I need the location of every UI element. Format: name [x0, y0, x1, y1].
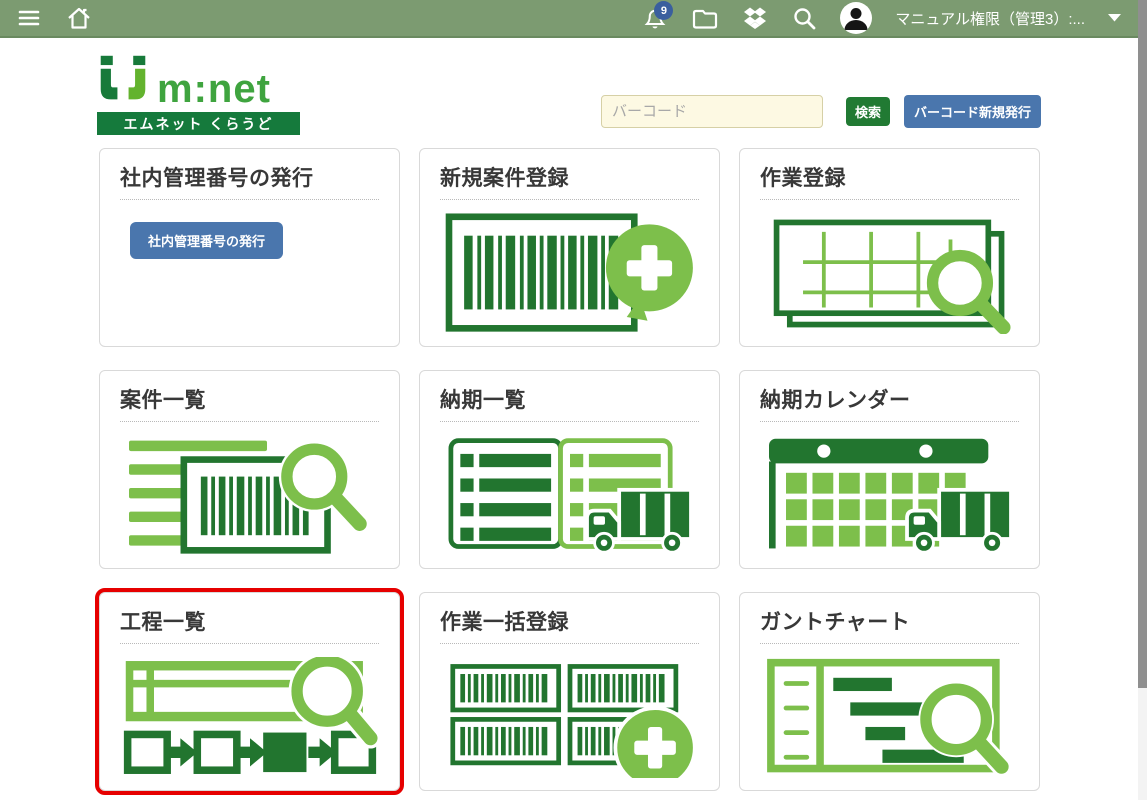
divider: [120, 199, 379, 200]
card-title: 新規案件登録: [440, 162, 699, 192]
card-title: 納期一覧: [440, 384, 699, 414]
divider: [760, 199, 1019, 200]
scrollbar-track[interactable]: [1138, 0, 1147, 800]
calendar-truck-icon: [764, 435, 1016, 556]
card-title: 作業登録: [760, 162, 1019, 192]
account-label[interactable]: マニュアル権限（管理3）:...: [895, 8, 1085, 29]
card-process-list[interactable]: 工程一覧: [99, 592, 400, 791]
scrollbar-thumb[interactable]: [1138, 0, 1147, 688]
brand-name: m:net: [157, 70, 271, 108]
barcodes-plus-icon: [444, 657, 696, 778]
card-new-project-register[interactable]: 新規案件登録: [419, 148, 720, 347]
search-button[interactable]: 検索: [846, 97, 890, 126]
new-barcode-button[interactable]: バーコード新規発行: [904, 95, 1041, 128]
search-icon[interactable]: [791, 5, 817, 31]
barcode-search-input[interactable]: [601, 95, 823, 128]
divider: [760, 643, 1019, 644]
divider: [440, 643, 699, 644]
card-title: 工程一覧: [120, 606, 379, 636]
flow-search-icon: [122, 657, 378, 778]
table-search-icon: [764, 213, 1016, 334]
card-title: 作業一括登録: [440, 606, 699, 636]
home-icon[interactable]: [66, 5, 92, 31]
card-title: 案件一覧: [120, 384, 379, 414]
ledger-truck-icon: [444, 435, 696, 556]
brand-tagline: エムネット くらうど: [97, 112, 300, 135]
card-delivery-list[interactable]: 納期一覧: [419, 370, 720, 569]
notification-badge: 9: [654, 1, 673, 20]
avatar[interactable]: [840, 2, 872, 34]
divider: [120, 421, 379, 422]
card-internal-number-issue[interactable]: 社内管理番号の発行 社内管理番号の発行: [99, 148, 400, 347]
barcode-plus-icon: [444, 213, 696, 334]
dropbox-icon[interactable]: [742, 5, 768, 31]
list-barcode-search-icon: [124, 435, 376, 556]
card-project-list[interactable]: 案件一覧: [99, 370, 400, 569]
divider: [440, 421, 699, 422]
caret-down-icon[interactable]: [1108, 14, 1121, 22]
hamburger-menu-icon[interactable]: [16, 5, 42, 31]
notifications-bell-icon[interactable]: 9: [642, 5, 668, 31]
folder-icon[interactable]: [691, 5, 719, 31]
card-gantt-chart[interactable]: ガントチャート: [739, 592, 1040, 791]
card-title: 納期カレンダー: [760, 384, 1019, 414]
brand-logo[interactable]: m:net エムネット くらうど: [97, 55, 300, 135]
divider: [440, 199, 699, 200]
card-title: 社内管理番号の発行: [120, 162, 379, 192]
card-title: ガントチャート: [760, 606, 1019, 636]
card-work-bulk-register[interactable]: 作業一括登録: [419, 592, 720, 791]
internal-number-issue-button[interactable]: 社内管理番号の発行: [130, 222, 283, 259]
mnet-logo-icon: [97, 55, 149, 108]
card-work-register[interactable]: 作業登録: [739, 148, 1040, 347]
top-bar: 9 マニュアル権限（管理3）:...: [0, 0, 1147, 38]
card-delivery-calendar[interactable]: 納期カレンダー: [739, 370, 1040, 569]
divider: [760, 421, 1019, 422]
divider: [120, 643, 379, 644]
gantt-search-icon: [764, 657, 1016, 778]
